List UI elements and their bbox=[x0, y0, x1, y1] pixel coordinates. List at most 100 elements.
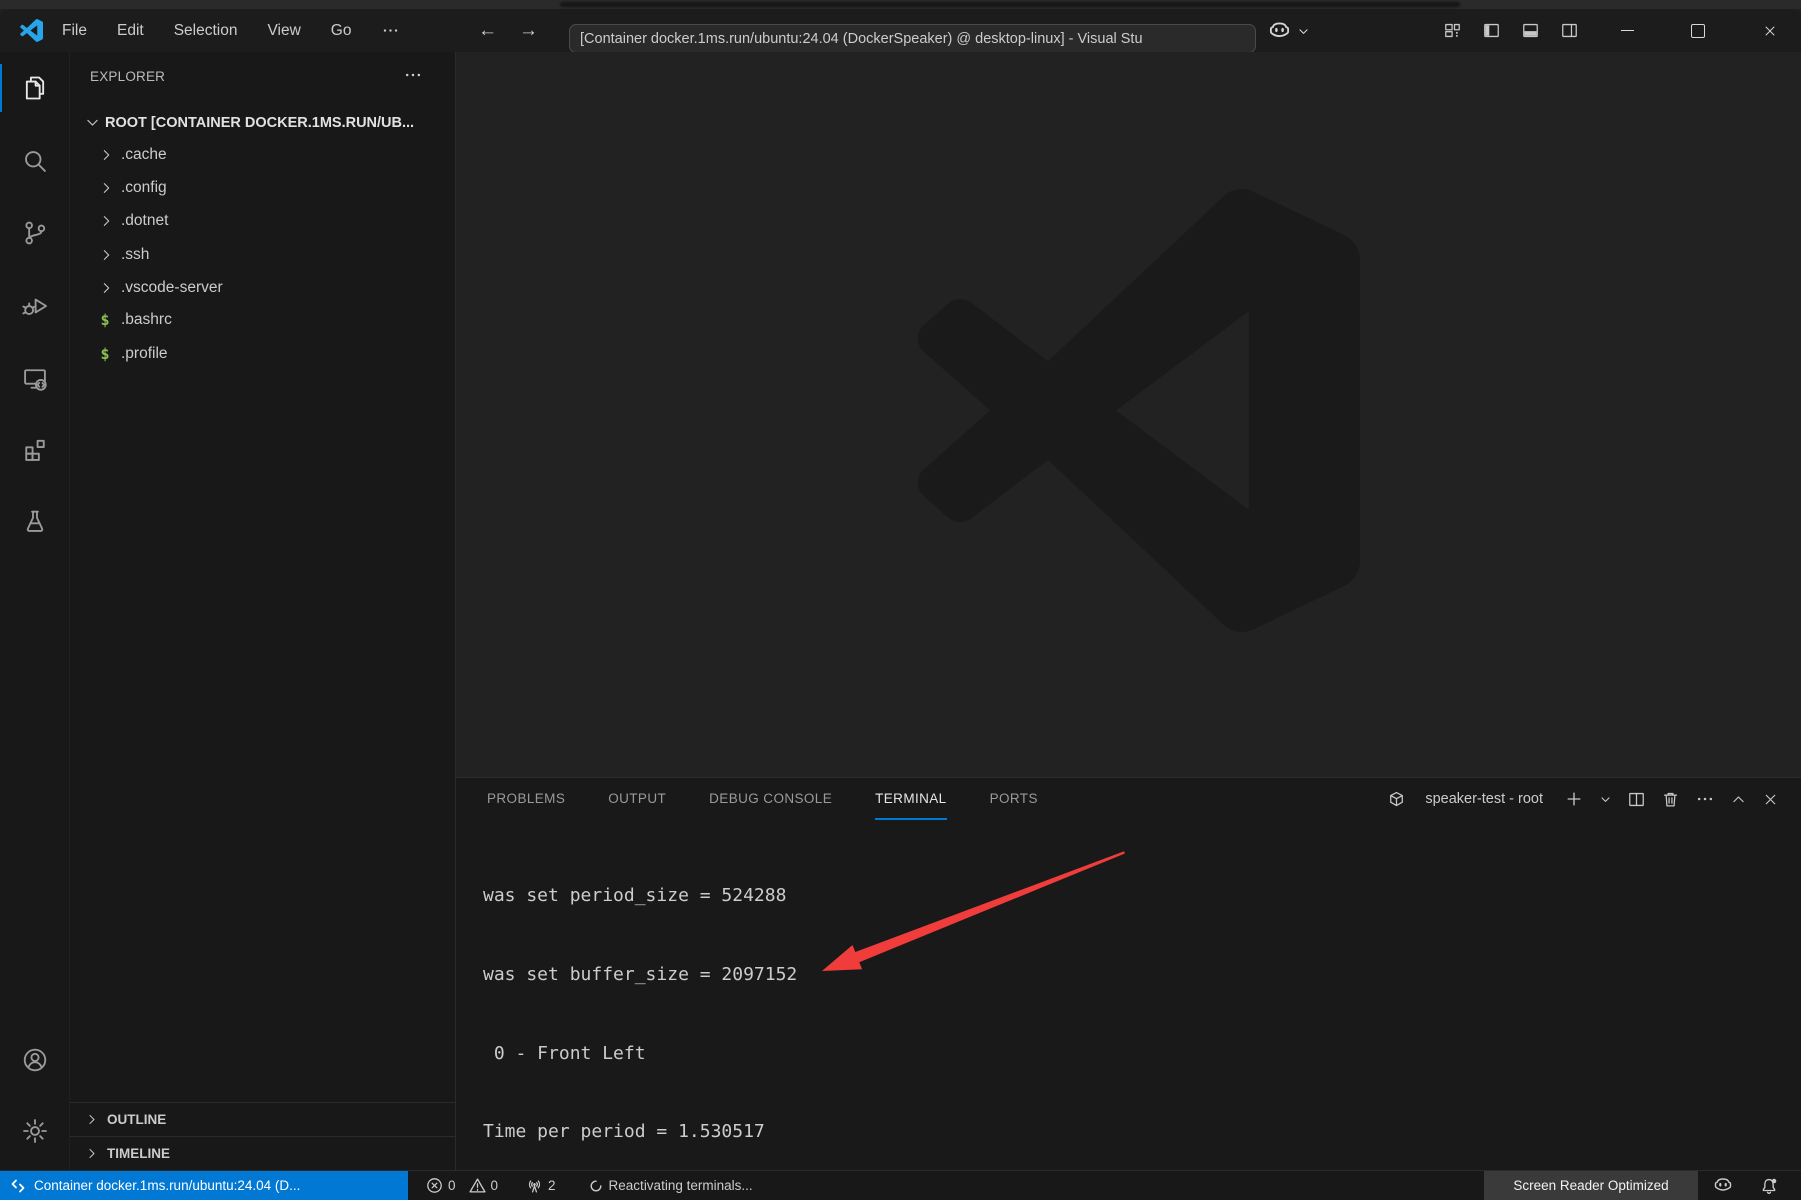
background-window-title-smudge bbox=[560, 2, 1460, 7]
tree-item-profile[interactable]: $ .profile bbox=[70, 337, 455, 370]
chevron-right-icon bbox=[84, 1146, 99, 1161]
section-label: OUTLINE bbox=[107, 1112, 167, 1127]
ports-status[interactable]: 2 bbox=[526, 1177, 556, 1194]
panel-tab-strip: PROBLEMS OUTPUT DEBUG CONSOLE TERMINAL P… bbox=[487, 778, 1038, 820]
notifications-button[interactable] bbox=[1752, 1171, 1786, 1200]
activity-source-control[interactable] bbox=[0, 204, 70, 262]
forward-arrow-icon[interactable]: → bbox=[519, 20, 538, 42]
tab-problems[interactable]: PROBLEMS bbox=[487, 779, 565, 820]
sidebar-title: EXPLORER bbox=[90, 69, 166, 84]
forwarded-ports-count: 2 bbox=[548, 1178, 556, 1193]
tree-item-config[interactable]: .config bbox=[70, 171, 455, 204]
screen-reader-status[interactable]: Screen Reader Optimized bbox=[1484, 1171, 1698, 1200]
command-center[interactable]: [Container docker.1ms.run/ubuntu:24.04 (… bbox=[569, 24, 1256, 53]
kill-terminal-icon[interactable] bbox=[1661, 790, 1680, 809]
status-bar: Container docker.1ms.run/ubuntu:24.04 (D… bbox=[0, 1170, 1801, 1200]
terminal-output[interactable]: was set period_size = 524288 was set buf… bbox=[483, 831, 797, 1200]
tree-item-label: .config bbox=[121, 178, 167, 196]
chevron-right-icon bbox=[98, 280, 114, 296]
tab-output[interactable]: OUTPUT bbox=[608, 779, 666, 820]
chevron-right-icon bbox=[98, 247, 114, 263]
close-window-button[interactable] bbox=[1746, 9, 1794, 52]
menu-go[interactable]: Go bbox=[331, 22, 352, 40]
menu-bar: File Edit Selection View Go bbox=[62, 9, 400, 52]
gear-icon bbox=[21, 1117, 49, 1145]
terminal-profile-chevron-icon[interactable] bbox=[1599, 793, 1612, 806]
chevron-down-icon bbox=[84, 114, 101, 131]
remote-explorer-icon bbox=[21, 365, 49, 393]
settings-button[interactable] bbox=[0, 1102, 70, 1160]
bell-icon bbox=[1760, 1177, 1778, 1195]
problems-status[interactable]: 0 0 bbox=[426, 1177, 498, 1194]
menu-edit[interactable]: Edit bbox=[117, 22, 144, 40]
copilot-icon bbox=[1268, 20, 1291, 43]
toggle-panel-icon[interactable] bbox=[1521, 21, 1540, 40]
menu-more-icon[interactable] bbox=[381, 21, 400, 40]
timeline-section-header[interactable]: TIMELINE bbox=[70, 1136, 455, 1170]
back-arrow-icon[interactable]: ← bbox=[478, 20, 497, 42]
activity-run-debug[interactable] bbox=[0, 277, 70, 335]
chevron-right-icon bbox=[98, 147, 114, 163]
minimize-icon bbox=[1620, 29, 1634, 32]
tree-item-ssh[interactable]: .ssh bbox=[70, 238, 455, 271]
tree-item-cache[interactable]: .cache bbox=[70, 138, 455, 171]
remote-icon bbox=[10, 1178, 26, 1194]
activity-search[interactable] bbox=[0, 132, 70, 190]
title-bar: File Edit Selection View Go ← → [Contain… bbox=[0, 9, 1801, 53]
menu-selection[interactable]: Selection bbox=[174, 22, 238, 40]
tab-terminal[interactable]: TERMINAL bbox=[875, 779, 947, 820]
tab-debug-console[interactable]: DEBUG CONSOLE bbox=[709, 779, 832, 820]
activity-testing[interactable] bbox=[0, 492, 70, 550]
search-icon bbox=[21, 147, 49, 175]
split-terminal-icon[interactable] bbox=[1627, 790, 1646, 809]
error-icon bbox=[426, 1177, 443, 1194]
tree-item-bashrc[interactable]: $ .bashrc bbox=[70, 303, 455, 336]
bottom-panel: PROBLEMS OUTPUT DEBUG CONSOLE TERMINAL P… bbox=[456, 777, 1801, 1200]
tree-item-dotnet[interactable]: .dotnet bbox=[70, 204, 455, 237]
spinner-icon bbox=[588, 1178, 604, 1194]
tree-item-vscode-server[interactable]: .vscode-server bbox=[70, 271, 455, 304]
panel-more-actions-icon[interactable] bbox=[1695, 789, 1715, 809]
maximize-panel-icon[interactable] bbox=[1730, 791, 1747, 808]
new-terminal-icon[interactable] bbox=[1564, 789, 1584, 809]
remote-indicator[interactable]: Container docker.1ms.run/ubuntu:24.04 (D… bbox=[0, 1171, 408, 1200]
tree-item-label: .profile bbox=[121, 344, 168, 362]
activity-explorer[interactable] bbox=[0, 59, 70, 117]
chevron-right-icon bbox=[98, 180, 114, 196]
menu-view[interactable]: View bbox=[267, 22, 300, 40]
files-icon bbox=[21, 74, 49, 102]
toggle-primary-sidebar-icon[interactable] bbox=[1482, 21, 1501, 40]
activity-remote-explorer[interactable] bbox=[0, 350, 70, 408]
terminal-instance-name[interactable]: speaker-test - root bbox=[1425, 791, 1543, 807]
tree-root-row[interactable]: ROOT [CONTAINER DOCKER.1MS.RUN/UB... bbox=[70, 106, 455, 139]
terminal-profile-cube-icon bbox=[1387, 790, 1406, 809]
flask-icon bbox=[21, 507, 49, 535]
maximize-button[interactable] bbox=[1674, 9, 1722, 52]
copilot-menu[interactable] bbox=[1268, 19, 1310, 43]
accounts-button[interactable] bbox=[0, 1031, 70, 1089]
layout-controls bbox=[1443, 9, 1579, 52]
terminal-line: was set period_size = 524288 bbox=[483, 885, 787, 907]
tab-ports[interactable]: PORTS bbox=[990, 779, 1038, 820]
account-icon bbox=[21, 1046, 49, 1074]
terminal-line: was set buffer_size = 2097152 bbox=[483, 964, 798, 986]
copilot-status-button[interactable] bbox=[1706, 1171, 1740, 1200]
tree-item-label: .bashrc bbox=[121, 310, 172, 328]
minimize-button[interactable] bbox=[1603, 9, 1651, 52]
activity-bar bbox=[0, 52, 70, 1170]
activity-extensions[interactable] bbox=[0, 420, 70, 478]
explorer-more-actions-icon[interactable] bbox=[403, 65, 423, 85]
close-panel-icon[interactable] bbox=[1762, 791, 1779, 808]
shell-script-icon: $ bbox=[100, 344, 110, 363]
close-icon bbox=[1762, 23, 1778, 39]
shell-script-icon: $ bbox=[100, 310, 110, 329]
terminal-line: Time per period = 1.530517 bbox=[483, 1121, 765, 1143]
toggle-secondary-sidebar-icon[interactable] bbox=[1560, 21, 1579, 40]
customize-layout-icon[interactable] bbox=[1443, 21, 1462, 40]
tree-item-label: .cache bbox=[121, 145, 167, 163]
outline-section-header[interactable]: OUTLINE bbox=[70, 1102, 455, 1136]
git-branch-icon bbox=[21, 219, 49, 247]
status-message[interactable]: Reactivating terminals... bbox=[588, 1178, 753, 1194]
workspace-root-label: ROOT [CONTAINER DOCKER.1MS.RUN/UB... bbox=[105, 114, 415, 131]
menu-file[interactable]: File bbox=[62, 22, 87, 40]
